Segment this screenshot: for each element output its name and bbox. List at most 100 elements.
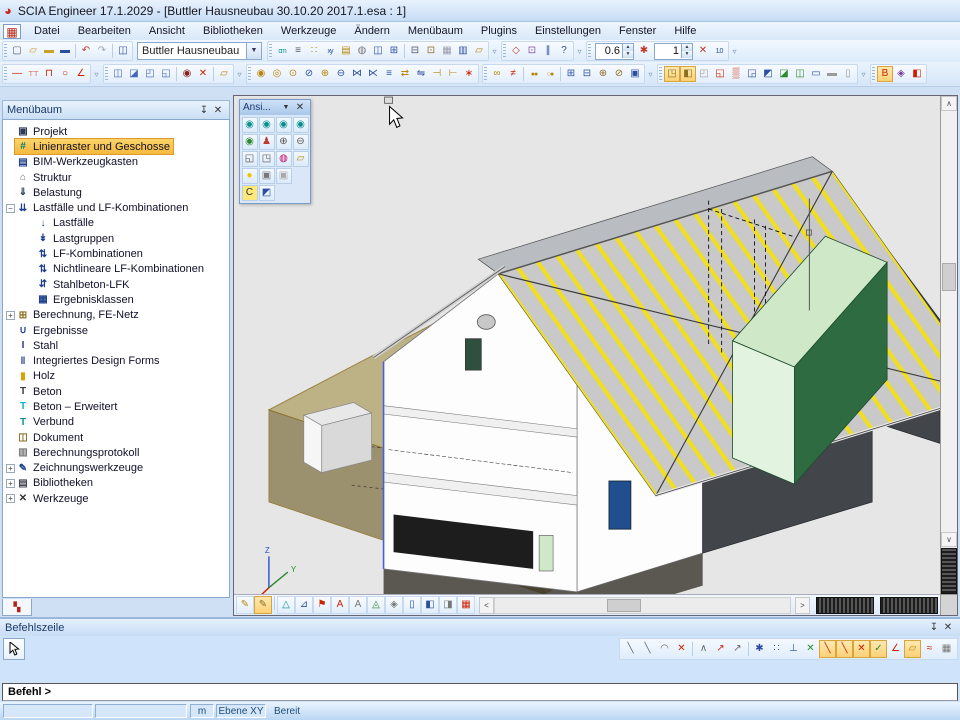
selection-arrow-button[interactable] xyxy=(3,638,25,660)
menu-bearbeiten[interactable]: Bearbeiten xyxy=(69,23,140,39)
chevron-down-icon[interactable]: ▼ xyxy=(246,43,261,59)
zoom-selection-icon[interactable]: ◍ xyxy=(276,151,292,167)
coord-info-icon[interactable]: C xyxy=(242,185,258,201)
bind-pair-icon[interactable]: ∞ xyxy=(489,66,505,82)
snap-angle-icon[interactable]: ∠ xyxy=(887,640,904,658)
tree-expander[interactable] xyxy=(26,219,35,228)
dimension-style-a-icon[interactable]: A xyxy=(331,596,349,614)
walk-mode-icon[interactable]: ♟ xyxy=(259,134,275,150)
show-loads-icon[interactable]: ⊿ xyxy=(295,596,313,614)
tree-expander[interactable] xyxy=(26,250,35,259)
table-results-icon[interactable]: ⊟ xyxy=(579,66,595,82)
tree-expander[interactable] xyxy=(6,387,15,396)
redo-icon[interactable]: ↷ xyxy=(94,43,110,59)
snap-check-icon[interactable]: ✓ xyxy=(870,640,887,658)
visibility-eye-icon[interactable]: ◉ xyxy=(179,66,195,82)
tree-expander[interactable]: + xyxy=(6,479,15,488)
move-node-icon[interactable]: ◉ xyxy=(253,66,269,82)
intersection-icon[interactable]: ✕ xyxy=(802,640,819,658)
clip-box-icon[interactable]: ▭ xyxy=(808,66,824,82)
storey-ruler-icon[interactable]: ∥ xyxy=(540,43,556,59)
copy-icon[interactable]: ◫ xyxy=(110,66,126,82)
frame-icon[interactable]: ⊓ xyxy=(41,66,57,82)
snap-line-2-icon[interactable]: ╲ xyxy=(836,640,853,658)
print-preview-icon[interactable]: ⊡ xyxy=(423,43,439,59)
window-cascade-icon[interactable]: ⊞ xyxy=(386,43,402,59)
scroll-up-icon[interactable]: ∧ xyxy=(941,96,957,111)
tree-expander[interactable] xyxy=(6,402,15,411)
view-perspective-icon[interactable]: ◉ xyxy=(242,134,258,150)
tree-expander[interactable] xyxy=(6,158,15,167)
paste-attributes-icon[interactable]: ⊘ xyxy=(611,66,627,82)
spinner-down-icon[interactable]: ▼ xyxy=(682,51,692,58)
close-icon[interactable]: ✕ xyxy=(293,102,307,113)
dot-grid-icon[interactable]: ∷ xyxy=(768,640,785,658)
tree-item-berechnungsprotokoll[interactable]: ▥ Berechnungsprotokoll xyxy=(3,445,229,460)
view-manager-folder-icon[interactable]: ▱ xyxy=(293,151,309,167)
view-window-icon[interactable]: ▯ xyxy=(840,66,856,82)
pin-icon[interactable]: ↧ xyxy=(197,105,211,116)
project-selector[interactable]: Buttler Hausneubau ▼ xyxy=(137,42,262,60)
tree-item-bim-werkzeugkasten[interactable]: ▤ BIM-Werkzeugkasten xyxy=(3,155,229,170)
render-edges-icon[interactable]: ◲ xyxy=(744,66,760,82)
dimension-query-icon[interactable]: ? xyxy=(556,43,572,59)
table-input-icon[interactable]: ⊞ xyxy=(563,66,579,82)
trim-icon[interactable]: ⊣ xyxy=(429,66,445,82)
layers-icon[interactable]: ≡ xyxy=(290,43,306,59)
toolbar-overflow-icon[interactable]: ▿ xyxy=(235,70,244,79)
stretch-icon[interactable]: ⇄ xyxy=(397,66,413,82)
menu-plugins[interactable]: Plugins xyxy=(472,23,526,39)
document-view-icon[interactable]: ▯ xyxy=(403,596,421,614)
group-icon[interactable]: ▣ xyxy=(627,66,643,82)
scroll-left-icon[interactable]: < xyxy=(479,597,494,614)
calculator-icon[interactable]: ▦ xyxy=(439,43,455,59)
perspective-icon[interactable]: ◪ xyxy=(776,66,792,82)
command-input[interactable] xyxy=(2,683,958,701)
snap-endpoint-icon[interactable]: ╲ xyxy=(622,640,639,658)
new-project-icon[interactable]: ▢ xyxy=(9,43,25,59)
vertical-scroll-track[interactable] xyxy=(941,111,957,532)
snap-line-1-icon[interactable]: ╲ xyxy=(819,640,836,658)
units-icon[interactable]: cm xyxy=(274,43,290,59)
tree-expander[interactable]: + xyxy=(6,464,15,473)
merge-nodes-icon[interactable]: ⊙ xyxy=(285,66,301,82)
activity-icon[interactable]: ∷ xyxy=(306,43,322,59)
tree-expander[interactable] xyxy=(6,173,15,182)
tree-expander[interactable]: − xyxy=(6,204,15,213)
undo-icon[interactable]: ↶ xyxy=(78,43,94,59)
disconnect-members-icon[interactable]: ⋉ xyxy=(365,66,381,82)
zoom-in-icon[interactable]: ⊕ xyxy=(276,134,292,150)
close-icon[interactable]: ✕ xyxy=(941,622,955,633)
spinner-down-icon[interactable]: ▼ xyxy=(623,51,633,58)
horizontal-scroll-track[interactable] xyxy=(494,597,791,614)
tree-item-zeichnungswerkzeuge[interactable]: + ✎ Zeichnungswerkzeuge xyxy=(3,461,229,476)
menu-menuebaum[interactable]: Menübaum xyxy=(399,23,472,39)
document-icon[interactable]: ▥ xyxy=(455,43,471,59)
hidden-lines-icon[interactable]: ◰ xyxy=(696,66,712,82)
snap-cross-icon[interactable]: ✕ xyxy=(853,640,870,658)
rotate-icon[interactable]: ◱ xyxy=(158,66,174,82)
window-b-icon[interactable]: ◨ xyxy=(439,596,457,614)
render-texture-icon[interactable]: ◧ xyxy=(909,66,925,82)
tree-item-werkzeuge[interactable]: + ✕ Werkzeuge xyxy=(3,491,229,506)
link-nodes-icon[interactable]: ●● xyxy=(526,66,542,82)
node-filter-icon[interactable]: ✱ xyxy=(636,43,652,59)
tree-expander[interactable] xyxy=(6,127,15,136)
save-archive-icon[interactable]: ▬ xyxy=(41,43,57,59)
tree-expander[interactable] xyxy=(6,326,15,335)
toolbar-overflow-icon[interactable]: ▿ xyxy=(490,47,499,56)
zoom-all-icon[interactable]: ◳ xyxy=(259,151,275,167)
tree-expander[interactable] xyxy=(26,265,35,274)
toolbar-overflow-icon[interactable]: ▿ xyxy=(730,47,739,56)
tree-expander[interactable] xyxy=(6,188,15,197)
horizontal-scroll-thumb[interactable] xyxy=(607,599,641,612)
tree-expander[interactable] xyxy=(6,448,15,457)
hide-selection-icon[interactable]: ✕ xyxy=(195,66,211,82)
scroll-right-icon[interactable]: > xyxy=(795,597,810,614)
split-beam-icon[interactable]: ⊘ xyxy=(301,66,317,82)
align-icon[interactable]: ≡ xyxy=(381,66,397,82)
delete-node-icon[interactable]: ⊖ xyxy=(333,66,349,82)
view-axo-icon[interactable]: ◉ xyxy=(293,117,309,133)
menubaum-tab[interactable]: ▚ xyxy=(2,599,32,616)
tree-item-berechnung-fe-netz[interactable]: + ⊞ Berechnung, FE-Netz xyxy=(3,308,229,323)
